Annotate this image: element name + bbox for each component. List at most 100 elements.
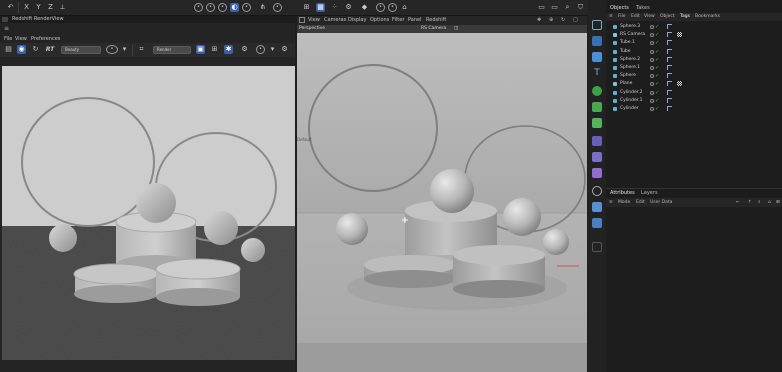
color-mode-icon[interactable]: • <box>106 45 118 54</box>
menu-cameras[interactable]: Cameras <box>324 16 346 25</box>
back-arrow-icon[interactable]: ← <box>736 198 740 207</box>
render-to-picture-viewer-icon[interactable]: • <box>218 3 227 12</box>
grid-icon[interactable]: ⊞ <box>210 45 219 54</box>
lock-icon[interactable]: ⌂ <box>400 3 409 12</box>
material-tag-icon[interactable] <box>667 40 672 46</box>
material-tag-icon[interactable] <box>667 106 672 111</box>
object-row[interactable]: Plane ✓ <box>606 80 782 88</box>
enabled-check-icon[interactable]: ✓ <box>655 105 659 113</box>
field-icon[interactable] <box>592 152 602 162</box>
dropdown-arrow-icon[interactable]: ▾ <box>268 45 277 54</box>
menu-mode[interactable]: Mode <box>618 198 630 207</box>
object-row[interactable]: Tube.1 ✓ <box>606 39 782 47</box>
enabled-check-icon[interactable]: ✓ <box>655 72 659 80</box>
search-icon[interactable]: ⌕ <box>563 3 572 12</box>
menu-object[interactable]: Object <box>660 13 675 21</box>
effector-icon[interactable] <box>592 168 602 178</box>
edges-mode-icon[interactable]: ⚙ <box>344 3 353 12</box>
layout-two-icon[interactable]: ▭ <box>550 3 559 12</box>
hamburger-menu-icon[interactable]: ≡ <box>609 13 613 21</box>
viewport-nav-icon[interactable]: ✥ <box>537 16 541 25</box>
object-name[interactable]: Tube <box>620 48 631 56</box>
material-tag-icon[interactable] <box>667 65 672 70</box>
object-name[interactable]: Cylinder <box>620 105 639 113</box>
visibility-dot-icon[interactable] <box>650 90 654 95</box>
visibility-dot-icon[interactable] <box>650 25 654 29</box>
render-image[interactable] <box>2 66 295 360</box>
object-row[interactable]: Sphere.2 ✓ <box>606 56 782 64</box>
axis-z-toggle[interactable]: Z <box>46 3 55 12</box>
mograph-icon[interactable] <box>592 118 602 128</box>
array-icon[interactable] <box>592 102 602 112</box>
visibility-dot-icon[interactable] <box>650 49 654 54</box>
render-start-icon[interactable]: ◉ <box>17 45 26 54</box>
material-tag-icon[interactable] <box>667 56 672 62</box>
ipr-render-icon[interactable]: ◐ <box>230 3 239 12</box>
material-tag-icon[interactable] <box>667 73 672 79</box>
object-name[interactable]: RS Camera <box>620 31 645 39</box>
undo-icon[interactable]: ↶ <box>6 3 15 12</box>
refresh-icon[interactable]: ↻ <box>31 45 40 54</box>
visibility-dot-icon[interactable] <box>650 74 654 79</box>
bucket-icon[interactable]: ⛉ <box>576 3 585 12</box>
render-region-icon[interactable]: • <box>194 3 203 12</box>
material-tag-icon[interactable] <box>667 32 672 38</box>
lock-region-icon[interactable]: ▣ <box>196 45 205 54</box>
menu-view[interactable]: View <box>308 16 320 25</box>
object-row[interactable]: Tube ✓ <box>606 48 782 56</box>
visibility-dot-icon[interactable] <box>650 41 654 46</box>
object-name[interactable]: Cylinder.2 <box>620 89 643 97</box>
film-strip-icon[interactable]: ▤ <box>4 45 13 54</box>
tab-attributes[interactable]: Attributes <box>610 189 635 198</box>
coordinate-system-icon[interactable]: ⟂ <box>58 3 67 12</box>
move-tool-icon[interactable] <box>592 20 602 30</box>
light-icon[interactable] <box>592 218 602 228</box>
object-row[interactable]: Cylinder.2 ✓ <box>606 89 782 97</box>
rt-toggle[interactable]: RT <box>44 45 56 54</box>
object-name[interactable]: Tube.1 <box>620 39 635 47</box>
gear-icon[interactable]: ⚙ <box>280 45 289 54</box>
texture-mode-icon[interactable]: • <box>376 3 385 12</box>
menu-file[interactable]: File <box>4 36 12 43</box>
text-tool-icon[interactable]: T <box>592 68 602 78</box>
crop-icon[interactable]: ⌗ <box>137 45 146 54</box>
menu-filter[interactable]: Filter <box>392 16 404 25</box>
camera-object-icon[interactable] <box>592 202 602 212</box>
object-row[interactable]: Sphere ✓ <box>606 72 782 80</box>
menu-options[interactable]: Options <box>370 16 389 25</box>
up-arrow-icon[interactable]: ↑ <box>748 198 752 207</box>
axis-y-toggle[interactable]: Y <box>34 3 43 12</box>
menu-redshift[interactable]: Redshift <box>426 16 446 25</box>
menu-tags[interactable]: Tags <box>680 13 690 21</box>
cube-icon[interactable] <box>592 36 602 46</box>
viewport-rotate-icon[interactable]: ↻ <box>561 16 565 25</box>
generator-icon[interactable] <box>592 86 602 96</box>
search-icon[interactable]: ⌕ <box>758 198 761 207</box>
menu-user-data[interactable]: User Data <box>650 198 672 207</box>
aov-dropdown[interactable]: Beauty <box>61 46 101 54</box>
workplane-icon[interactable]: • <box>273 3 282 12</box>
menu-display[interactable]: Display <box>348 16 366 25</box>
visibility-dot-icon[interactable] <box>650 33 654 38</box>
extra-tag-icon[interactable] <box>677 32 682 38</box>
model-mode-icon[interactable]: ▦ <box>316 3 325 12</box>
material-tag-icon[interactable] <box>667 81 672 87</box>
visibility-dot-icon[interactable] <box>650 82 654 87</box>
enabled-check-icon[interactable]: ✓ <box>655 89 659 97</box>
visibility-dot-icon[interactable] <box>650 107 654 111</box>
enabled-check-icon[interactable]: ✓ <box>655 23 659 31</box>
enabled-check-icon[interactable]: ✓ <box>655 31 659 39</box>
3d-viewport[interactable]: Default <box>297 33 587 372</box>
object-name[interactable]: Sphere.3 <box>620 23 640 31</box>
object-row[interactable]: Cylinder ✓ <box>606 105 782 113</box>
enabled-check-icon[interactable]: ✓ <box>655 80 659 88</box>
viewport-zoom-icon[interactable]: ⊕ <box>549 16 553 25</box>
layout-icon[interactable]: ▭ <box>537 3 546 12</box>
environment-icon[interactable] <box>592 186 602 196</box>
viewport-layout-icon[interactable] <box>299 17 305 23</box>
enabled-check-icon[interactable]: ✓ <box>655 97 659 105</box>
hamburger-menu-icon[interactable]: ≡ <box>4 26 12 32</box>
lock-icon[interactable]: ⌂ <box>768 198 771 207</box>
dropdown-arrow-icon[interactable]: ▾ <box>120 45 129 54</box>
object-row[interactable]: Sphere.3 ✓ <box>606 23 782 31</box>
